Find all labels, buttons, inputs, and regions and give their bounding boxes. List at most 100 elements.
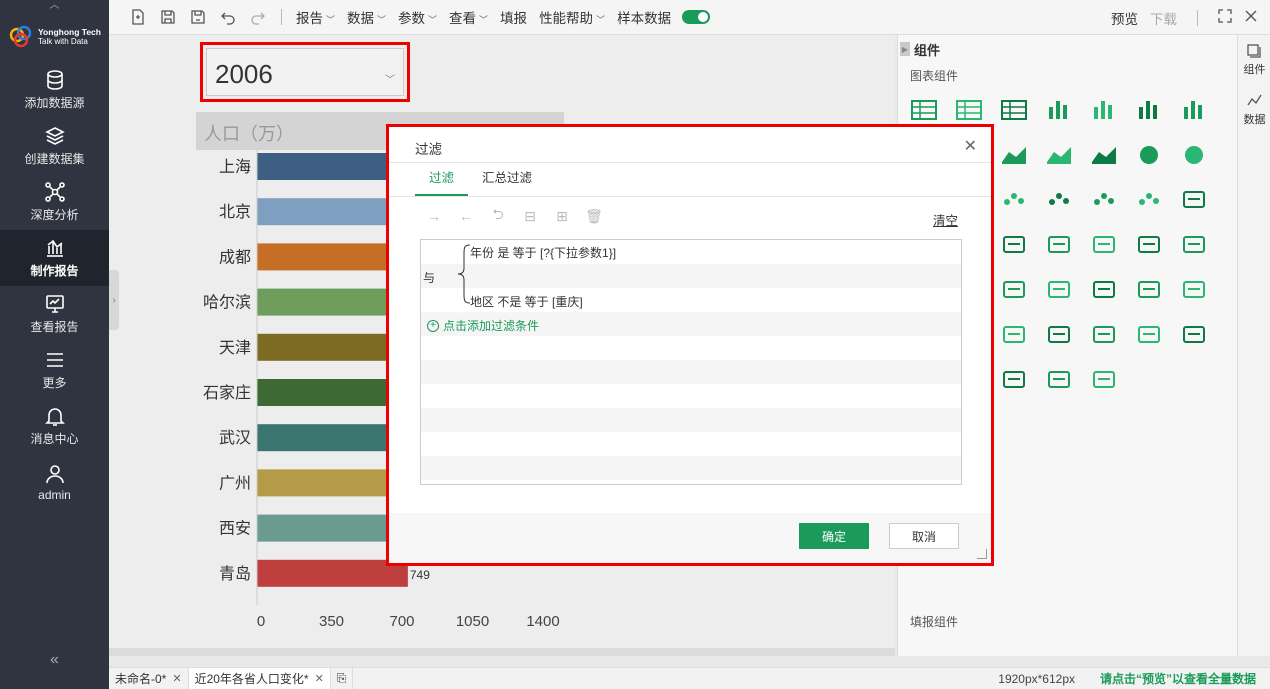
expand-panel-handle[interactable]: › [109,270,119,330]
resize-handle-icon[interactable] [977,549,987,559]
report-tab-population[interactable]: 近20年各省人口变化* ✕ [188,667,331,689]
close-tab-icon[interactable]: ✕ [315,672,324,685]
close-icon[interactable] [1244,9,1258,26]
close-icon[interactable]: ✕ [964,136,977,156]
x-tick-label: 700 [389,613,414,630]
insert-above-icon[interactable]: ⊟ [519,208,541,225]
tab-summary-filter[interactable]: 汇总过滤 [468,163,546,196]
ok-button[interactable]: 确定 [799,523,869,549]
combo-chart-icon[interactable] [1000,142,1028,166]
add-condition-link[interactable]: + 点击添加过滤条件 [427,317,539,334]
tab-components[interactable]: 组件 [1238,35,1270,85]
stacked-area-icon[interactable] [1090,142,1118,166]
area-chart-icon[interactable] [1045,142,1073,166]
freestyle-table-icon[interactable] [1000,97,1028,121]
radar-icon[interactable] [1090,232,1118,256]
logic-operator[interactable]: 与 [423,269,435,286]
list-tree-icon[interactable] [1180,277,1208,301]
stacked-bar-icon[interactable] [1135,97,1163,121]
dialog-title: 过滤 [389,127,991,163]
fullscreen-icon[interactable] [1218,9,1232,26]
sidebar-item-admin[interactable]: admin [0,454,109,510]
filter-list-icon[interactable] [1180,322,1208,346]
menu-data[interactable]: 数据 ﹀ [347,7,386,27]
candlestick-icon[interactable] [1000,322,1028,346]
treemap-icon[interactable] [1000,277,1028,301]
category-label: 武汉 [219,429,251,447]
report-tab-untitled[interactable]: 未命名-0* ✕ [109,667,189,689]
bar-chart-icon[interactable] [1045,97,1073,121]
category-label: 成都 [219,248,251,266]
region-map-icon[interactable] [1045,232,1073,256]
save-icon[interactable] [153,7,183,27]
save-as-icon[interactable] [183,7,213,27]
range-slider-icon[interactable] [1090,322,1118,346]
indent-right-icon[interactable]: → [423,208,445,224]
clear-button[interactable]: 清空 [933,210,958,229]
menu-report[interactable]: 报告 ﹀ [296,7,335,27]
undo-icon[interactable] [213,7,243,27]
ring-heat-icon[interactable] [1135,277,1163,301]
grouped-bar-icon[interactable] [1090,97,1118,121]
pentagon-icon[interactable] [1135,232,1163,256]
filter-condition-year[interactable]: 年份 是 等于 [?{下拉参数1}] [470,244,616,261]
sample-data-toggle[interactable] [682,10,711,24]
table-icon[interactable] [910,97,938,121]
sidebar-item-deep-analysis[interactable]: 深度分析 [0,174,109,230]
sidebar-item-make-report[interactable]: 制作报告 [0,230,109,286]
number-icon[interactable] [1180,187,1208,211]
new-report-icon[interactable] [123,7,153,27]
menu-params[interactable]: 参数 ﹀ [398,7,437,27]
insert-below-icon[interactable]: ⊞ [551,208,573,225]
condition-list: 与 年份 是 等于 [?{下拉参数1}] 地区 不是 等于 [重庆] + 点击添… [420,239,962,485]
cross-icon[interactable] [1045,277,1073,301]
swap-icon[interactable]: ⮌ [487,204,509,228]
sidebar-item-more[interactable]: 更多 [0,342,109,398]
bubble-cluster-icon[interactable] [1090,187,1118,211]
crosstab-icon[interactable] [955,97,983,121]
scroll-up-icon[interactable]: ︿ [0,0,109,12]
cancel-button[interactable]: 取消 [889,523,959,549]
pie-chart-icon[interactable] [1135,142,1163,166]
search-box-icon[interactable] [1090,367,1118,391]
bubble-icon[interactable] [1000,187,1028,211]
word-cloud-icon[interactable] [1135,187,1163,211]
sidebar-item-label: 制作报告 [30,264,79,278]
sidebar-item-messages[interactable]: 消息中心 [0,398,109,454]
tab-data-label: 数据 [1243,114,1266,126]
dot-plot-icon[interactable] [1045,187,1073,211]
donut-chart-icon[interactable] [1180,142,1208,166]
close-tab-icon[interactable]: ✕ [172,672,181,685]
sidebar-item-create-dataset[interactable]: 创建数据集 [0,118,109,174]
chevron-down-icon: ﹀ [596,15,606,25]
sidebar-item-view-report[interactable]: 查看报告 [0,286,109,342]
delete-icon[interactable]: 🗑 [583,208,605,225]
menu-report-label: 报告 [296,11,323,26]
collapse-panel-icon[interactable]: ▶ [900,42,910,56]
menu-view[interactable]: 查看 ﹀ [449,7,488,27]
filter-condition-region[interactable]: 地区 不是 等于 [重庆] [470,293,583,310]
tab-data[interactable]: 数据 [1238,85,1270,135]
canvas-scrollbar[interactable] [109,648,895,656]
plus-circle-icon: + [427,319,439,332]
calendar-icon[interactable] [1135,322,1163,346]
tab-filter[interactable]: 过滤 [415,163,469,196]
link-icon[interactable] [1045,367,1073,391]
toolbar-divider [281,9,282,25]
step-bar-icon[interactable] [1180,232,1208,256]
collapse-sidebar-icon[interactable]: « [0,651,109,669]
indent-left-icon[interactable]: ← [455,208,477,224]
preview-button[interactable]: 预览 [1111,8,1138,28]
sidebar-item-add-datasource[interactable]: 添加数据源 [0,62,109,118]
percent-bar-icon[interactable] [1180,97,1208,121]
menu-fill[interactable]: 填报 [500,7,527,27]
new-tab-icon[interactable]: ⎘ [331,667,354,689]
network-icon [44,182,65,202]
world-map-icon[interactable] [1000,232,1028,256]
download-button[interactable]: 下载 [1150,8,1177,28]
route-icon[interactable] [1045,322,1073,346]
text-box-icon[interactable] [1000,367,1028,391]
menu-performance-help[interactable]: 性能帮助 ﹀ [539,7,605,27]
sankey-icon[interactable] [1090,277,1118,301]
redo-icon[interactable] [243,7,273,27]
